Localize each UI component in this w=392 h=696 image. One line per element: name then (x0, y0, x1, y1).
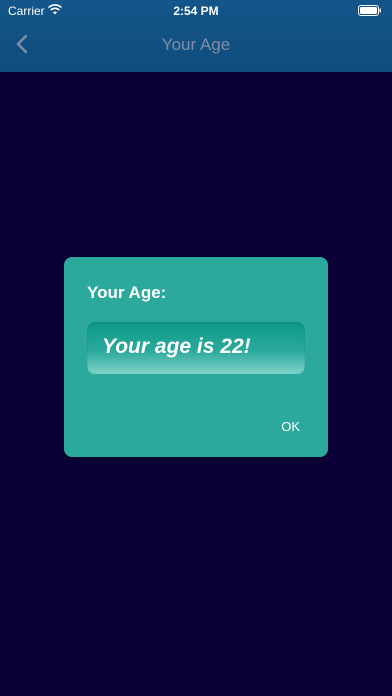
battery-icon (358, 5, 382, 16)
navigation-bar: Your Age (0, 22, 392, 72)
age-dialog: Your Age: Your age is 22! OK (64, 257, 328, 457)
dialog-title: Your Age: (87, 283, 167, 302)
status-bar: Carrier 2:54 PM (0, 0, 392, 22)
ok-button[interactable]: OK (281, 419, 300, 434)
age-result-box: Your age is 22! (87, 322, 305, 374)
page-title: Your Age (161, 35, 231, 54)
top-bar: Carrier 2:54 PM Your Age (0, 0, 392, 72)
screen: Carrier 2:54 PM Your Age Your Age: Your … (0, 0, 392, 696)
age-result-text: Your age is 22! (102, 335, 251, 358)
status-time: 2:54 PM (173, 4, 219, 18)
